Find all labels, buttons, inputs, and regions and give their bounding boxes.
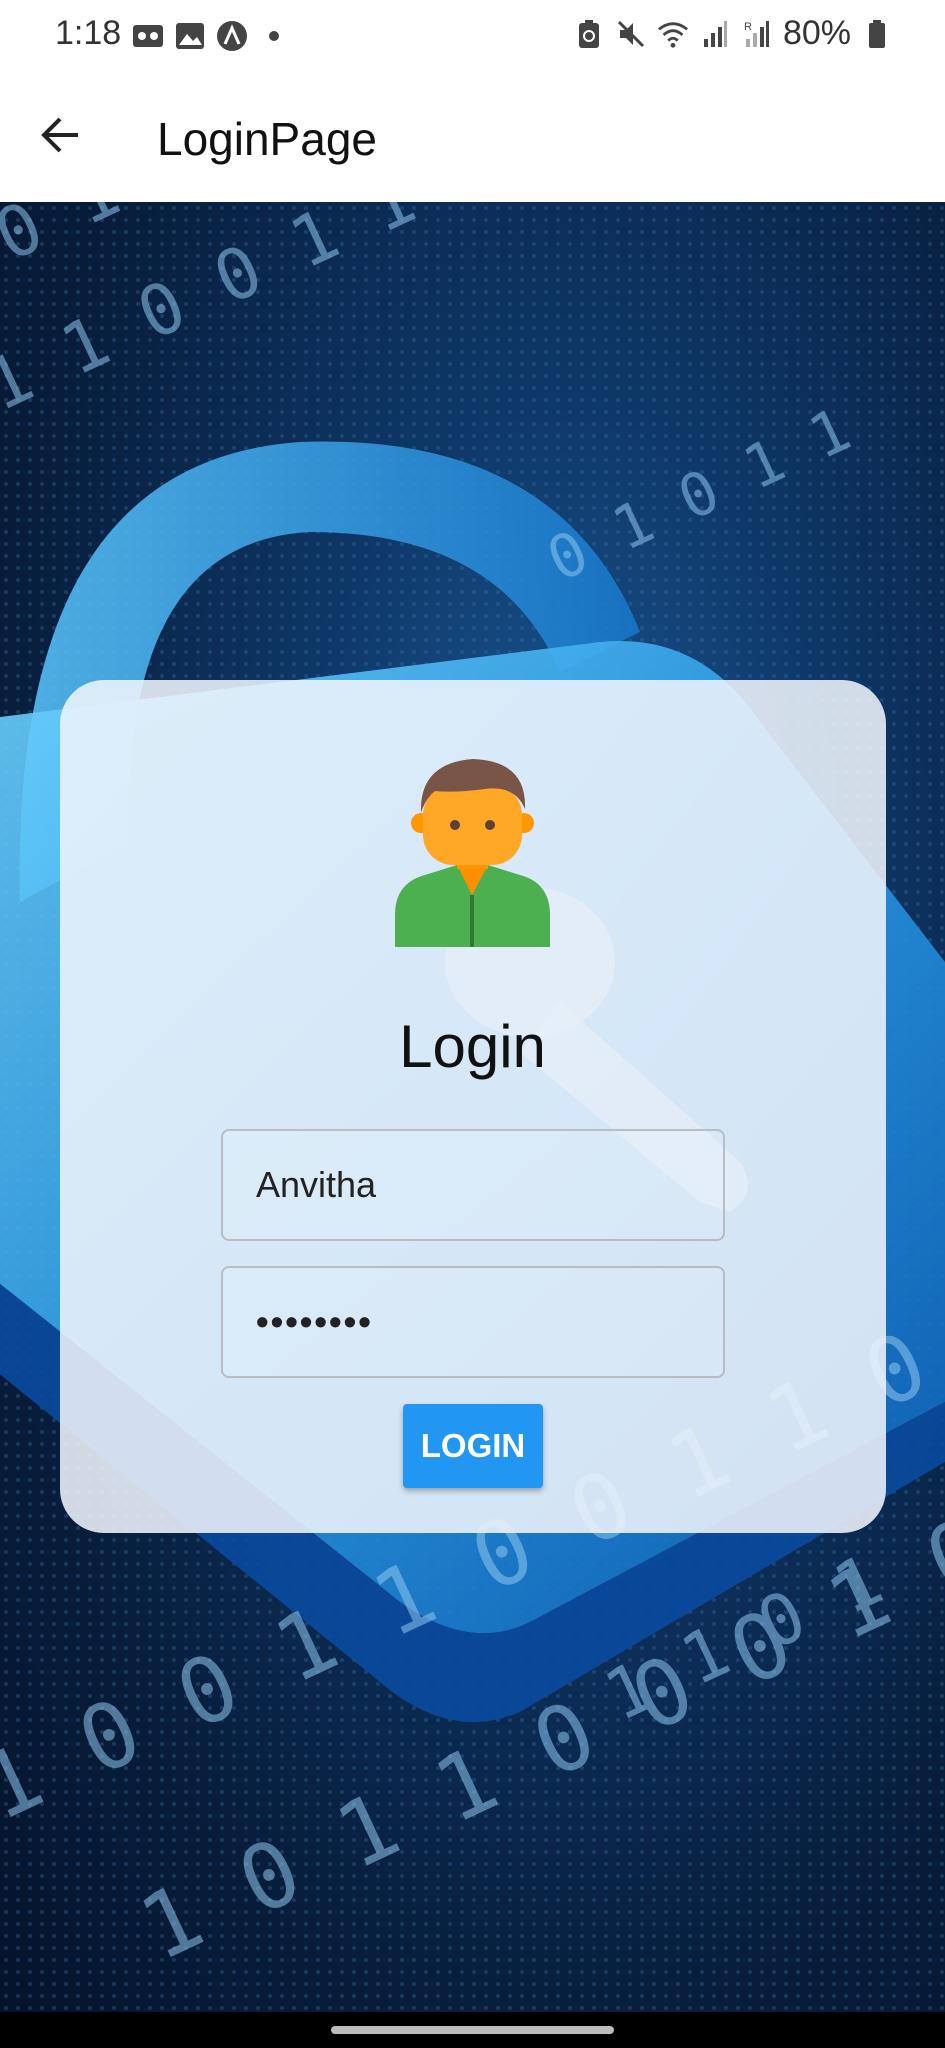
signal-icon (699, 18, 731, 50)
svg-text:R: R (744, 21, 752, 33)
page-title: LoginPage (157, 113, 377, 165)
back-button[interactable] (36, 110, 86, 160)
battery-percent: 80% (782, 14, 851, 52)
status-right: R 80% (573, 14, 893, 53)
image-icon (174, 20, 206, 52)
username-field[interactable]: Anvitha (221, 1129, 725, 1241)
battery-saver-icon (573, 18, 605, 50)
voicemail-icon (132, 20, 164, 52)
status-bar: 1:18 R 80% (0, 0, 945, 72)
arrow-back-icon (41, 117, 78, 153)
battery-icon (861, 18, 893, 50)
person-avatar-icon (395, 759, 550, 947)
wifi-icon (657, 18, 689, 50)
password-field[interactable]: •••••••• (221, 1266, 725, 1378)
login-title: Login (399, 1013, 546, 1080)
app-a-icon (216, 20, 248, 52)
signal-roaming-icon: R (741, 18, 773, 50)
app-bar: LoginPage (0, 72, 945, 202)
mute-icon (615, 18, 647, 50)
navigation-bar (0, 2012, 945, 2048)
status-time: 1:18 (55, 14, 122, 52)
dot-icon (258, 20, 290, 52)
status-left-icons (132, 20, 290, 52)
home-gesture-handle[interactable] (331, 2026, 614, 2034)
login-button[interactable]: LOGIN (403, 1404, 543, 1488)
